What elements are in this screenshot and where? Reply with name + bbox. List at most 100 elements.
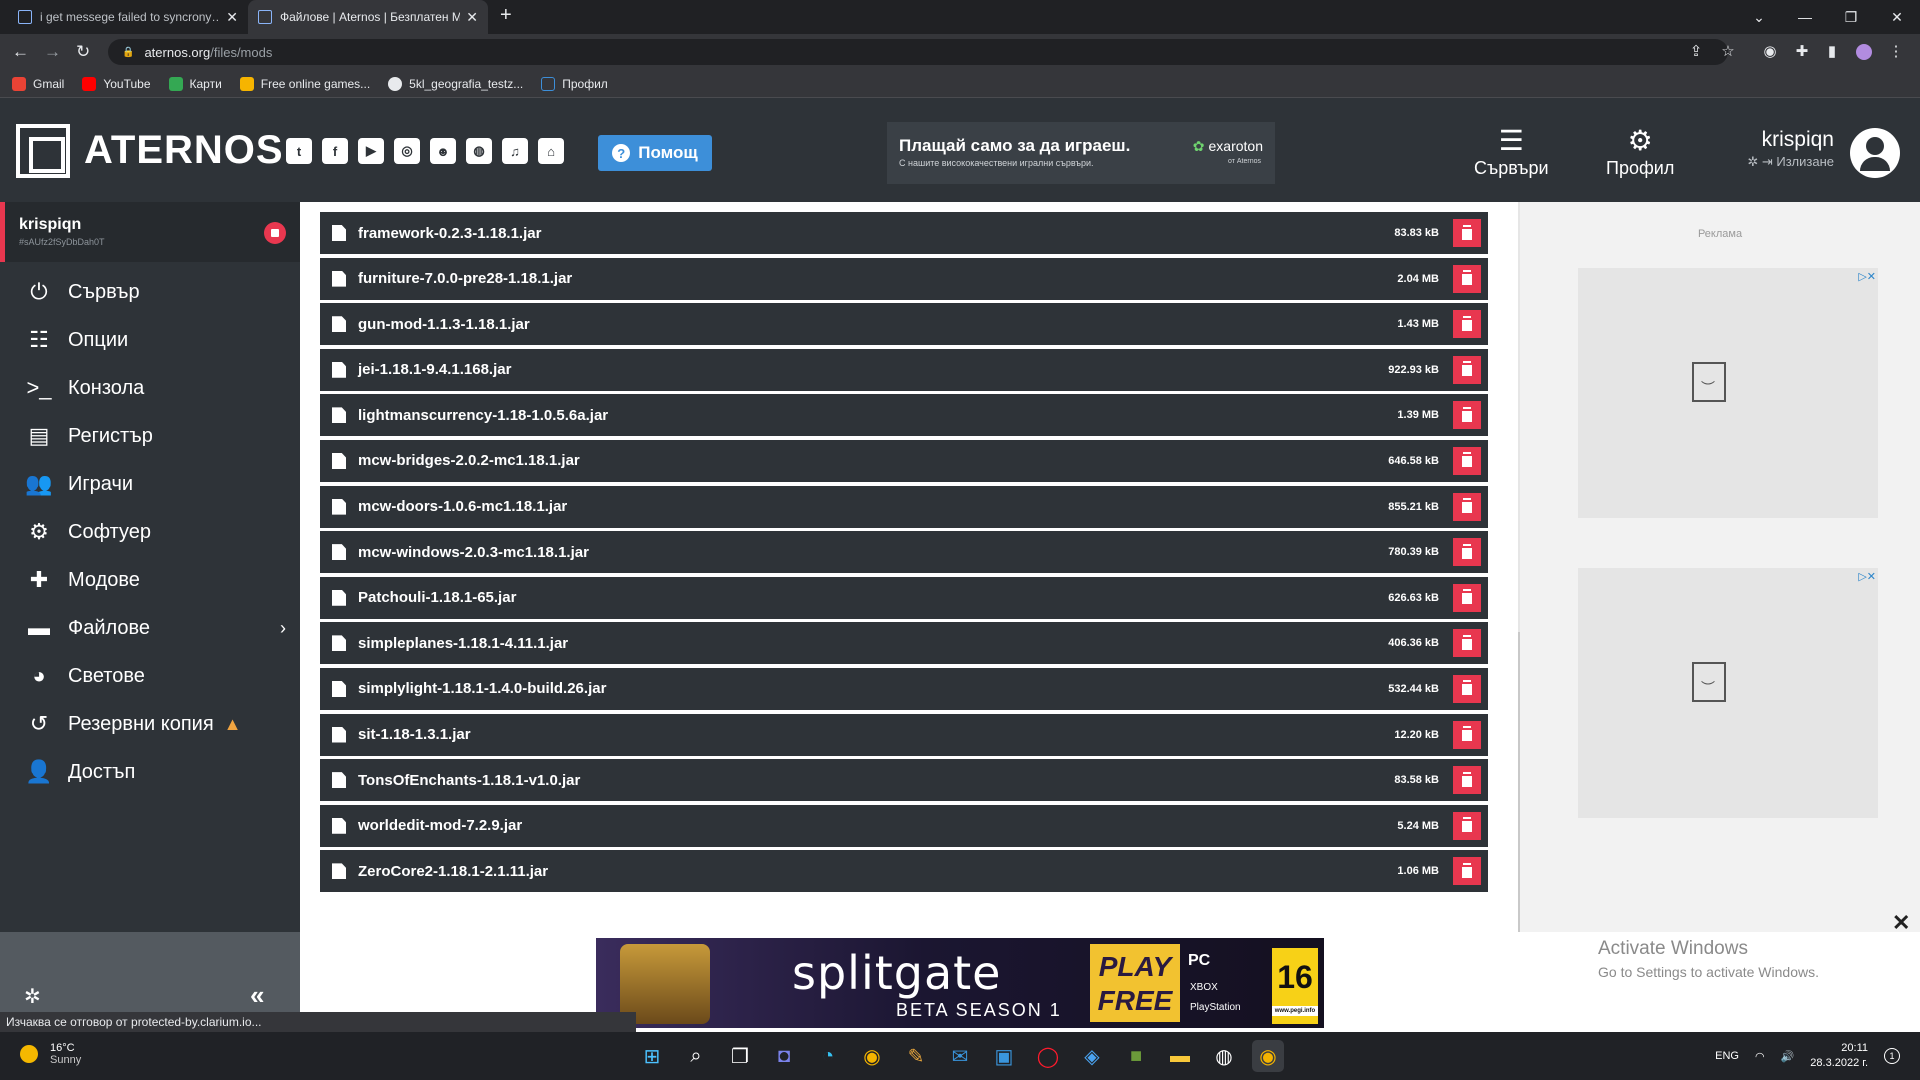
delete-file-button[interactable] [1453, 583, 1481, 612]
delete-file-button[interactable] [1453, 264, 1481, 293]
bookmark-gmail[interactable]: Gmail [12, 76, 64, 91]
puzzle-extensions-icon[interactable]: ✚ [1794, 44, 1810, 60]
file-name[interactable]: sit-1.18-1.3.1.jar [358, 726, 1394, 743]
bookmark-profile[interactable]: Профил [541, 76, 608, 91]
bookmark-geografia[interactable]: 5kl_geografia_testz... [388, 76, 523, 91]
side-panel-icon[interactable]: ▮ [1824, 44, 1840, 60]
settings-gear-icon[interactable]: ✲ [24, 984, 41, 1009]
app-icon[interactable]: ◈ [1076, 1040, 1108, 1072]
sidebar-item-worlds[interactable]: ◕ Светове [0, 652, 300, 700]
file-row[interactable]: Patchouli-1.18.1-65.jar 626.63 kB [320, 576, 1488, 619]
url-bar[interactable]: 🔒 aternos.org/files/mods [108, 39, 1728, 65]
minecraft-icon[interactable]: ■ [1120, 1040, 1152, 1072]
splitgate-banner[interactable]: splitgate BETA SEASON 1 PLAY FREE PC XBO… [596, 938, 1324, 1028]
delete-file-button[interactable] [1453, 766, 1481, 795]
twitter-icon[interactable]: t [286, 138, 312, 164]
new-tab-button[interactable]: + [500, 4, 512, 27]
delete-file-button[interactable] [1453, 674, 1481, 703]
sidebar-item-mods[interactable]: ✚ Модове [0, 556, 300, 604]
close-window-button[interactable]: ✕ [1874, 0, 1920, 34]
bookmark-star-icon[interactable]: ☆ [1720, 44, 1736, 60]
sidebar-item-access[interactable]: 👤 Достъп [0, 748, 300, 796]
help-button[interactable]: ? Помощ [598, 135, 712, 171]
steam-icon[interactable]: ◍ [1208, 1040, 1240, 1072]
site-logo-text[interactable]: ATERNOS [84, 128, 284, 173]
facebook-icon[interactable]: f [322, 138, 348, 164]
delete-file-button[interactable] [1453, 401, 1481, 430]
delete-file-button[interactable] [1453, 492, 1481, 521]
sidebar-item-files[interactable]: ▬ Файлове › [0, 604, 300, 652]
file-row[interactable]: gun-mod-1.1.3-1.18.1.jar 1.43 MB [320, 303, 1488, 346]
ad-slot[interactable]: ▷✕ [1578, 268, 1878, 518]
browser-tab-active[interactable]: Файлове | Aternos | Безплатен М… ✕ [248, 0, 488, 34]
sidebar-item-software[interactable]: ⚙ Софтуер [0, 508, 300, 556]
file-name[interactable]: Patchouli-1.18.1-65.jar [358, 589, 1388, 606]
file-row[interactable]: mcw-doors-1.0.6-mc1.18.1.jar 855.21 kB [320, 485, 1488, 528]
nav-profile[interactable]: ⚙ Профил [1606, 124, 1674, 179]
delete-file-button[interactable] [1453, 355, 1481, 384]
file-name[interactable]: lightmanscurrency-1.18-1.0.5.6a.jar [358, 407, 1397, 424]
language-indicator[interactable]: ENG [1715, 1050, 1739, 1062]
delete-file-button[interactable] [1453, 811, 1481, 840]
file-name[interactable]: worldedit-mod-7.2.9.jar [358, 817, 1397, 834]
header-username[interactable]: krispiqn [1718, 128, 1834, 152]
profile-avatar-icon[interactable] [1856, 44, 1872, 60]
delete-file-button[interactable] [1453, 310, 1481, 339]
exaroton-promo[interactable]: Плащай само за да играеш. С нашите висок… [887, 122, 1275, 184]
sidebar-item-server[interactable]: ⏻ Сървър [0, 268, 300, 316]
logout-link[interactable]: ✲ ⇥ Излизане [1718, 154, 1834, 170]
file-name[interactable]: simplylight-1.18.1-1.4.0-build.26.jar [358, 680, 1388, 697]
file-name[interactable]: mcw-doors-1.0.6-mc1.18.1.jar [358, 498, 1388, 515]
file-explorer-icon[interactable]: ▬ [1164, 1040, 1196, 1072]
store-icon[interactable]: ▣ [988, 1040, 1020, 1072]
reload-icon[interactable]: ↻ [76, 42, 90, 62]
opera-icon[interactable]: ◯ [1032, 1040, 1064, 1072]
discord-icon[interactable]: ◍ [466, 138, 492, 164]
wifi-icon[interactable]: ◠ [1755, 1050, 1765, 1063]
bookmark-maps[interactable]: Карти [168, 76, 222, 91]
delete-file-button[interactable] [1453, 720, 1481, 749]
tool-icon[interactable]: ✎ [900, 1040, 932, 1072]
file-name[interactable]: TonsOfEnchants-1.18.1-v1.0.jar [358, 772, 1394, 789]
search-icon[interactable]: ⌕ [680, 1040, 712, 1072]
close-tab-icon[interactable]: ✕ [226, 9, 238, 26]
delete-file-button[interactable] [1453, 857, 1481, 886]
aternos-logo-icon[interactable] [16, 124, 70, 178]
ad-close-icon[interactable]: ▷✕ [1858, 270, 1876, 283]
file-name[interactable]: mcw-windows-2.0.3-mc1.18.1.jar [358, 544, 1388, 561]
file-name[interactable]: jei-1.18.1-9.4.1.168.jar [358, 361, 1388, 378]
file-row[interactable]: mcw-bridges-2.0.2-mc1.18.1.jar 646.58 kB [320, 439, 1488, 482]
close-ad-icon[interactable]: ✕ [1892, 910, 1910, 936]
file-row[interactable]: simplylight-1.18.1-1.4.0-build.26.jar 532… [320, 667, 1488, 710]
file-name[interactable]: simpleplanes-1.18.1-4.11.1.jar [358, 635, 1388, 652]
ad-slot[interactable]: ▷✕ [1578, 568, 1878, 818]
file-row[interactable]: worldedit-mod-7.2.9.jar 5.24 MB [320, 804, 1488, 847]
sidebar-item-players[interactable]: 👥 Играчи [0, 460, 300, 508]
start-icon[interactable]: ⊞ [636, 1040, 668, 1072]
file-row[interactable]: lightmanscurrency-1.18-1.0.5.6a.jar 1.39 … [320, 394, 1488, 437]
forward-icon[interactable]: → [44, 42, 61, 62]
file-row[interactable]: jei-1.18.1-9.4.1.168.jar 922.93 kB [320, 348, 1488, 391]
avatar[interactable] [1850, 128, 1900, 178]
delete-file-button[interactable] [1453, 446, 1481, 475]
file-row[interactable]: simpleplanes-1.18.1-4.11.1.jar 406.36 kB [320, 622, 1488, 665]
collapse-sidebar-icon[interactable]: « [250, 980, 264, 1011]
sidebar-item-options[interactable]: ☷ Опции [0, 316, 300, 364]
weather-widget[interactable]: 16°C Sunny [20, 1042, 81, 1066]
bookmark-free-games[interactable]: Free online games... [239, 76, 370, 91]
file-row[interactable]: framework-0.2.3-1.18.1.jar 83.83 kB [320, 212, 1488, 254]
clock[interactable]: 20:11 28.3.2022 г. [1810, 1041, 1868, 1071]
server-card[interactable]: krispiqn #sAUfz2fSyDbDah0T [0, 202, 300, 262]
delete-file-button[interactable] [1453, 219, 1481, 247]
file-row[interactable]: sit-1.18-1.3.1.jar 12.20 kB [320, 713, 1488, 756]
share-icon[interactable]: ⇪ [1688, 44, 1704, 60]
ad-close-icon[interactable]: ▷✕ [1858, 570, 1876, 583]
file-name[interactable]: furniture-7.0.0-pre28-1.18.1.jar [358, 270, 1397, 287]
minimize-button[interactable]: — [1782, 0, 1828, 34]
sidebar-item-backups[interactable]: ↺ Резервни копия ▲ [0, 700, 300, 748]
github-icon[interactable]: ⌂ [538, 138, 564, 164]
notification-badge[interactable]: 1 [1884, 1048, 1900, 1064]
chat-icon[interactable]: ◘ [768, 1040, 800, 1072]
task-view-icon[interactable]: ❐ [724, 1040, 756, 1072]
file-name[interactable]: framework-0.2.3-1.18.1.jar [358, 225, 1394, 242]
